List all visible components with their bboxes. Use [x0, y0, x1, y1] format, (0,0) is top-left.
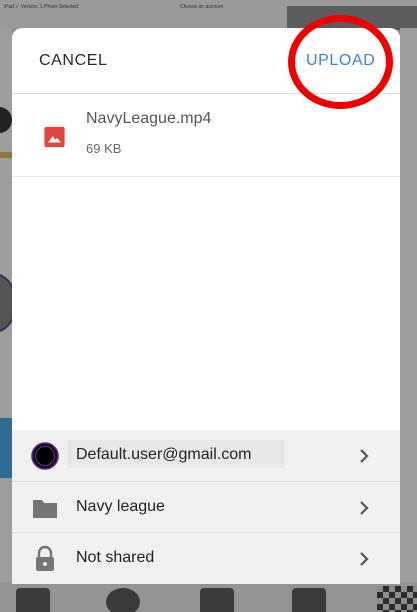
upload-sheet: CANCEL UPLOAD NavyLeague.mp4 69 KB Defau… — [12, 28, 400, 584]
background-right-pane — [400, 28, 417, 612]
upload-button[interactable]: UPLOAD — [306, 52, 375, 70]
chevron-right-icon — [360, 449, 369, 463]
account-avatar-icon — [31, 442, 59, 470]
file-size: 69 KB — [86, 141, 122, 156]
lock-icon — [36, 545, 54, 571]
background-blue-block — [0, 418, 12, 478]
cancel-button[interactable]: CANCEL — [39, 52, 108, 70]
image-file-icon — [44, 126, 65, 148]
background-contact-icon — [106, 588, 140, 612]
folder-icon — [33, 500, 57, 518]
file-item: NavyLeague.mp4 69 KB — [12, 94, 400, 177]
background-carrier: iPad ✓ Verizon — [4, 4, 38, 10]
sharing-label: Not shared — [76, 549, 155, 566]
chevron-right-icon — [360, 501, 369, 515]
background-strip — [0, 152, 12, 158]
file-name: NavyLeague.mp4 — [86, 110, 212, 127]
account-option[interactable]: Default.user@gmail.com — [12, 430, 400, 481]
background-title: 1 Photo Selected — [40, 4, 79, 10]
background-checker-icon — [377, 586, 417, 612]
background-document-icon — [16, 588, 50, 612]
background-print-icon — [200, 588, 234, 612]
folder-option[interactable]: Navy league — [12, 481, 400, 532]
sheet-header: CANCEL UPLOAD — [12, 28, 400, 94]
chevron-right-icon — [360, 552, 369, 566]
folder-label: Navy league — [76, 498, 165, 515]
sharing-option[interactable]: Not shared — [12, 532, 400, 583]
upload-options: Default.user@gmail.com Navy league Not s… — [12, 430, 400, 584]
background-dark-panel — [287, 6, 417, 30]
account-label: Default.user@gmail.com — [76, 446, 252, 463]
background-folder-icon — [292, 588, 326, 612]
background-account-title: Choose an account — [180, 4, 224, 10]
